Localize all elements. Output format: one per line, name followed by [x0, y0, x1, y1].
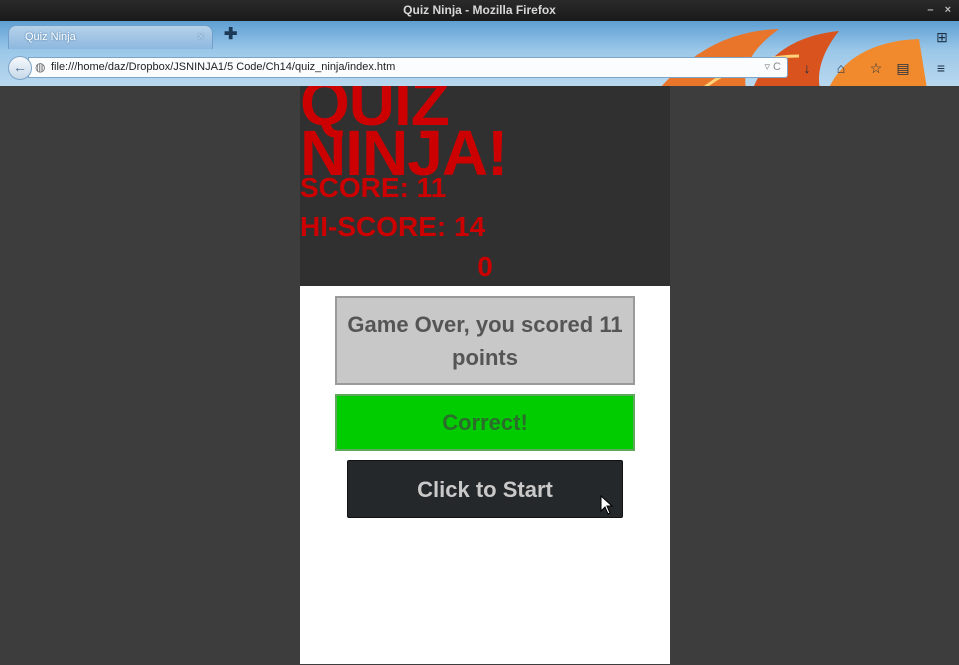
tab-groups-icon[interactable]: ⊞ [933, 29, 951, 45]
url-dropdown-reload-icon[interactable]: ▿ C [764, 58, 781, 77]
globe-icon: ◍ [35, 60, 46, 74]
browser-window: Quiz Ninja - Mozilla Firefox – × Quiz Ni… [0, 0, 959, 665]
tab-quiz-ninja[interactable]: Quiz Ninja × [8, 25, 213, 49]
bookmark-star-icon[interactable]: ☆ [867, 60, 885, 76]
window-controls[interactable]: – × [927, 0, 955, 21]
home-icon[interactable]: ⌂ [832, 60, 850, 76]
url-bar[interactable]: ◍ file:///home/daz/Dropbox/JSNINJA1/5 Co… [28, 57, 788, 78]
tab-label: Quiz Ninja [25, 31, 76, 43]
window-title: Quiz Ninja - Mozilla Firefox [403, 3, 556, 17]
new-tab-icon[interactable]: ✚ [224, 27, 240, 43]
mouse-pointer-icon [600, 495, 614, 515]
title-bar: Quiz Ninja - Mozilla Firefox – × [0, 0, 959, 21]
game-logo: QUIZ NINJA! [300, 86, 508, 189]
page-viewport: QUIZ NINJA! SCORE: 11 HI-SCORE: 14 0 Gam… [6, 86, 953, 664]
bookmarks-list-icon[interactable]: ▤ [894, 60, 912, 76]
game-header: QUIZ NINJA! SCORE: 11 HI-SCORE: 14 0 [300, 86, 670, 286]
hiscore-display: HI-SCORE: 14 [300, 211, 486, 242]
timer-display: 0 [477, 251, 493, 282]
start-button[interactable]: Click to Start [347, 460, 623, 518]
back-button[interactable]: ← [8, 56, 32, 80]
menu-icon[interactable]: ≡ [932, 60, 950, 76]
quiz-ninja-app: QUIZ NINJA! SCORE: 11 HI-SCORE: 14 0 Gam… [300, 86, 670, 664]
tab-close-icon[interactable]: × [198, 26, 204, 48]
download-icon[interactable]: ↓ [798, 60, 816, 76]
feedback-box: Correct! [335, 394, 635, 451]
score-display: SCORE: 11 [300, 172, 447, 203]
question-box: Game Over, you scored 11 points [335, 296, 635, 385]
url-text[interactable]: file:///home/daz/Dropbox/JSNINJA1/5 Code… [51, 61, 395, 73]
browser-chrome: Quiz Ninja × ✚ ⊞ ◍ file:///home/daz/Drop… [0, 21, 959, 86]
navigation-bar: ◍ file:///home/daz/Dropbox/JSNINJA1/5 Co… [0, 51, 959, 86]
